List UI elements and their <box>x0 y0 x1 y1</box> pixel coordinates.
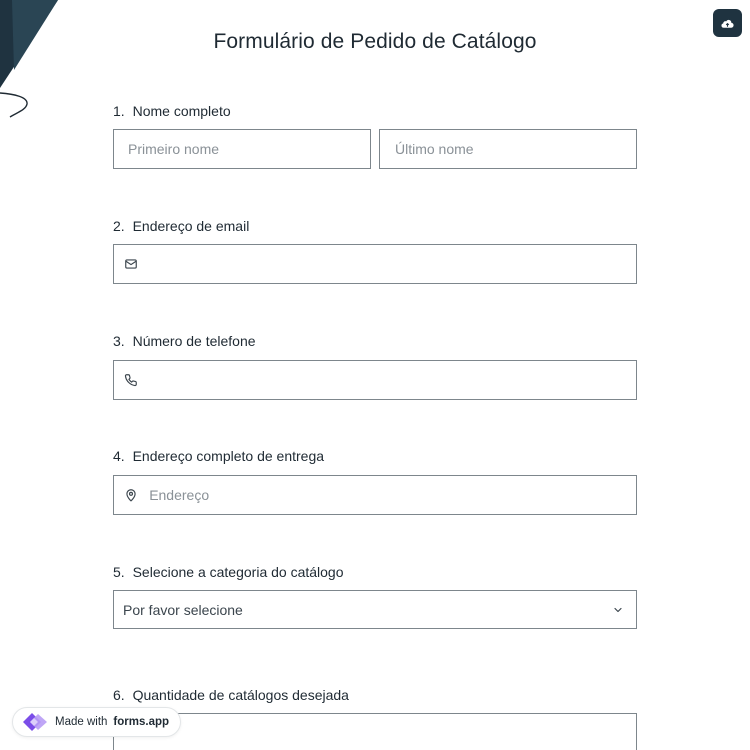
question-text: Quantidade de catálogos desejada <box>132 687 349 703</box>
phone-input[interactable] <box>146 361 636 399</box>
phone-icon <box>123 372 138 388</box>
badge-brand: forms.app <box>113 716 170 728</box>
last-name-input[interactable] <box>395 130 636 168</box>
chevron-down-icon <box>610 602 626 618</box>
question-text: Endereço completo de entrega <box>132 448 325 464</box>
form-page: Formulário de Pedido de Catálogo 1. Nome… <box>0 0 750 750</box>
question-text: Selecione a categoria do catálogo <box>132 564 344 580</box>
category-select[interactable]: Por favor selecione <box>113 590 637 629</box>
question-label-phone: 3. Número de telefone <box>113 333 256 349</box>
first-name-field[interactable] <box>113 129 371 169</box>
question-label-quantity: 6. Quantidade de catálogos desejada <box>113 687 349 703</box>
question-number: 1. <box>113 103 125 119</box>
corner-decoration-icon <box>0 0 58 118</box>
cloud-upload-icon <box>721 19 734 28</box>
quantity-field[interactable] <box>113 713 637 750</box>
question-number: 3. <box>113 333 125 349</box>
email-input[interactable] <box>146 245 636 283</box>
map-pin-icon <box>123 487 138 503</box>
phone-field[interactable] <box>113 360 637 400</box>
question-number: 5. <box>113 564 125 580</box>
address-field[interactable] <box>113 475 637 515</box>
last-name-field[interactable] <box>379 129 637 169</box>
category-select-value: Por favor selecione <box>123 601 243 618</box>
email-field[interactable] <box>113 244 637 284</box>
forms-app-logo-icon <box>23 713 47 731</box>
address-input[interactable] <box>149 476 636 514</box>
made-with-forms-app-badge[interactable]: Made with forms.app <box>12 707 182 737</box>
question-number: 2. <box>113 218 125 234</box>
first-name-input[interactable] <box>128 130 370 168</box>
form-title: Formulário de Pedido de Catálogo <box>213 30 537 53</box>
question-number: 4. <box>113 448 125 464</box>
question-text: Endereço de email <box>132 218 250 234</box>
quantity-input[interactable] <box>128 714 636 750</box>
question-text: Número de telefone <box>132 333 256 349</box>
question-label-full-name: 1. Nome completo <box>113 103 231 119</box>
question-number: 6. <box>113 687 125 703</box>
badge-prefix: Made with <box>55 716 108 728</box>
question-text: Nome completo <box>132 103 231 119</box>
question-label-address: 4. Endereço completo de entrega <box>113 448 324 464</box>
mail-icon <box>123 256 138 272</box>
question-label-category: 5. Selecione a categoria do catálogo <box>113 564 344 580</box>
question-label-email: 2. Endereço de email <box>113 218 249 234</box>
